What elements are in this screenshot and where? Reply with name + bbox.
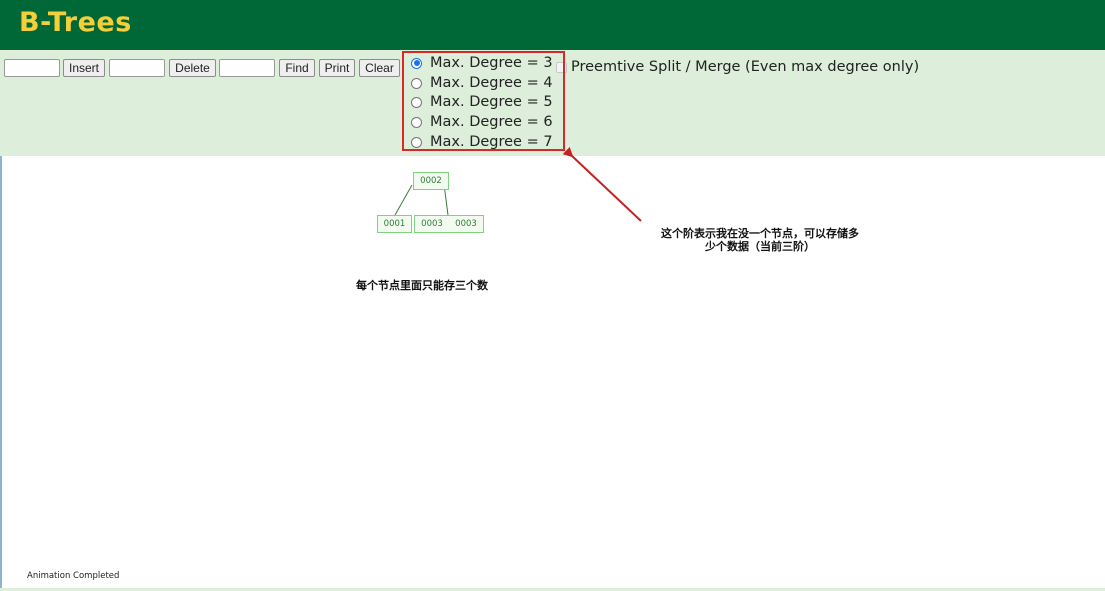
degree-annotation: 这个阶表示我在没一个节点，可以存储多 少个数据（当前三阶）	[648, 227, 872, 253]
tree-node-child-1: 0001	[377, 215, 412, 233]
node-key: 0001	[383, 219, 406, 229]
tree-canvas: 0002 0001 0003 0003	[0, 156, 1105, 588]
node-key: 0003	[421, 219, 443, 229]
node-key: 0003	[455, 219, 477, 229]
tree-node-child-2: 0003 0003	[414, 215, 484, 233]
node-capacity-annotation: 每个节点里面只能存三个数	[356, 279, 488, 292]
tree-node-root: 0002	[413, 172, 449, 190]
status-text: Animation Completed	[27, 571, 120, 581]
node-key: 0002	[420, 176, 442, 186]
degree-annotation-line-2: 少个数据（当前三阶）	[705, 240, 815, 253]
degree-annotation-line-1: 这个阶表示我在没一个节点，可以存储多	[661, 227, 859, 240]
